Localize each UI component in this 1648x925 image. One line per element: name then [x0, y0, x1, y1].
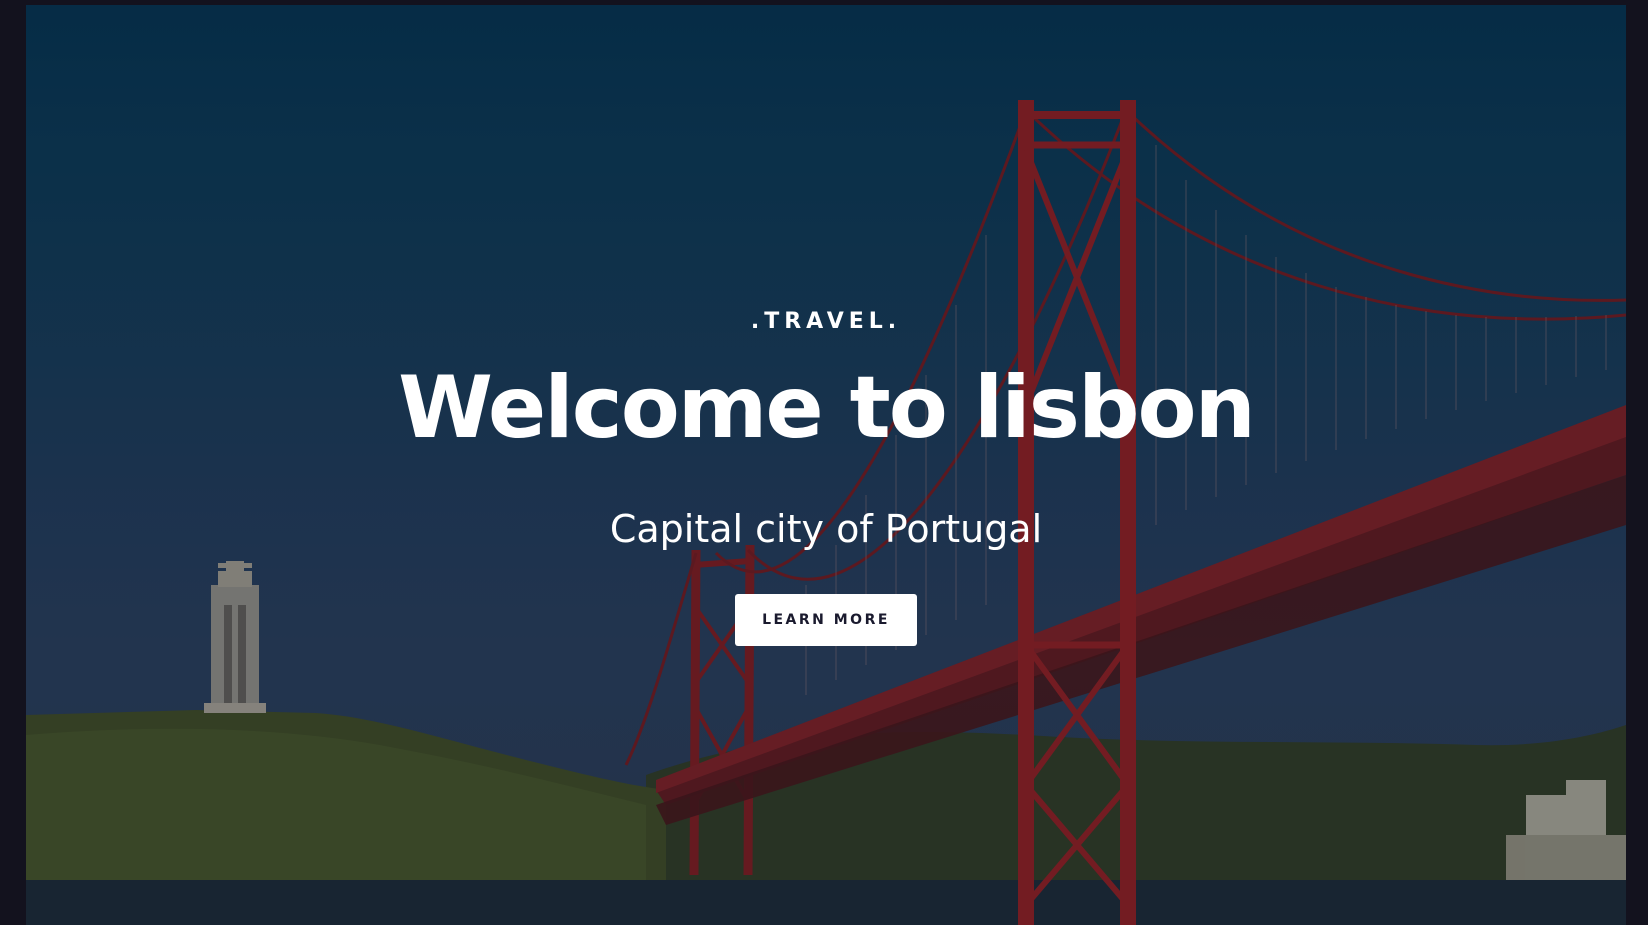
- hero-title: Welcome to lisbon: [398, 358, 1256, 458]
- hero-eyebrow: .TRAVEL.: [750, 309, 902, 334]
- hero-subtitle: Capital city of Portugal: [609, 507, 1043, 551]
- learn-more-button[interactable]: LEARN MORE: [735, 594, 917, 646]
- hero-section: .TRAVEL. Welcome to lisbon Capital city …: [26, 5, 1626, 925]
- hero-content: .TRAVEL. Welcome to lisbon Capital city …: [26, 5, 1626, 925]
